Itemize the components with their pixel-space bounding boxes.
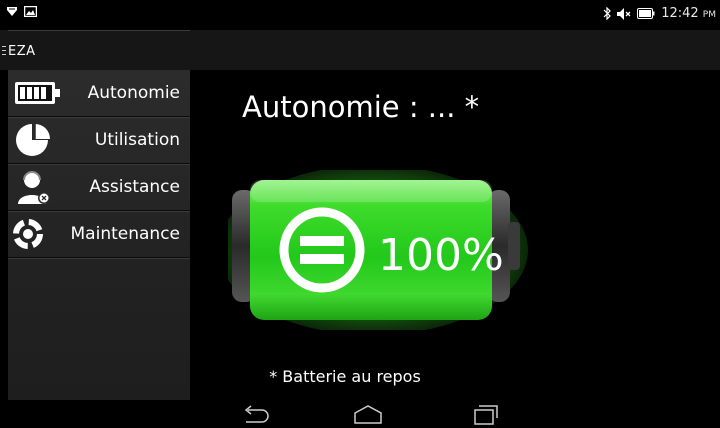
support-agent-icon xyxy=(18,171,50,204)
recents-icon[interactable] xyxy=(470,402,500,426)
home-icon[interactable] xyxy=(352,402,384,426)
mute-icon xyxy=(617,7,631,20)
sidebar-item-label: Autonomie xyxy=(87,83,180,103)
divider xyxy=(8,30,190,31)
drawer-indicator-icon[interactable] xyxy=(2,46,6,58)
sidebar-item-maintenance[interactable]: Maintenance xyxy=(8,211,190,258)
clock: 12:42 PM xyxy=(661,6,716,21)
image-notification-icon xyxy=(24,5,37,17)
sidebar-item-label: Assistance xyxy=(89,177,180,197)
pie-chart-icon xyxy=(16,124,50,156)
battery-icon xyxy=(15,82,60,104)
footnote: * Batterie au repos xyxy=(269,367,421,386)
navigation-drawer: Autonomie Utilisation Assistance Mainten… xyxy=(8,70,190,400)
battery-graphic: 100% xyxy=(228,170,528,330)
sidebar-item-label: Utilisation xyxy=(94,130,180,150)
system-nav-bar xyxy=(0,400,720,428)
app-title[interactable]: EZA xyxy=(8,44,36,59)
sidebar-item-assistance[interactable]: Assistance xyxy=(8,164,190,211)
status-bar: 12:42 PM xyxy=(0,0,720,30)
page-title: Autonomie : ... * xyxy=(242,90,480,124)
action-bar xyxy=(0,30,720,70)
back-icon[interactable] xyxy=(240,402,270,426)
battery-terminal xyxy=(508,222,520,270)
shield-notification-icon xyxy=(7,7,17,16)
sidebar-item-autonomie[interactable]: Autonomie xyxy=(8,70,190,117)
maintenance-cycle-icon xyxy=(13,219,43,249)
sidebar-item-label: Maintenance xyxy=(70,224,180,244)
bluetooth-icon xyxy=(603,7,612,20)
sidebar-item-utilisation[interactable]: Utilisation xyxy=(8,117,190,164)
battery-percent: 100% xyxy=(378,230,504,281)
battery-icon xyxy=(637,8,655,19)
